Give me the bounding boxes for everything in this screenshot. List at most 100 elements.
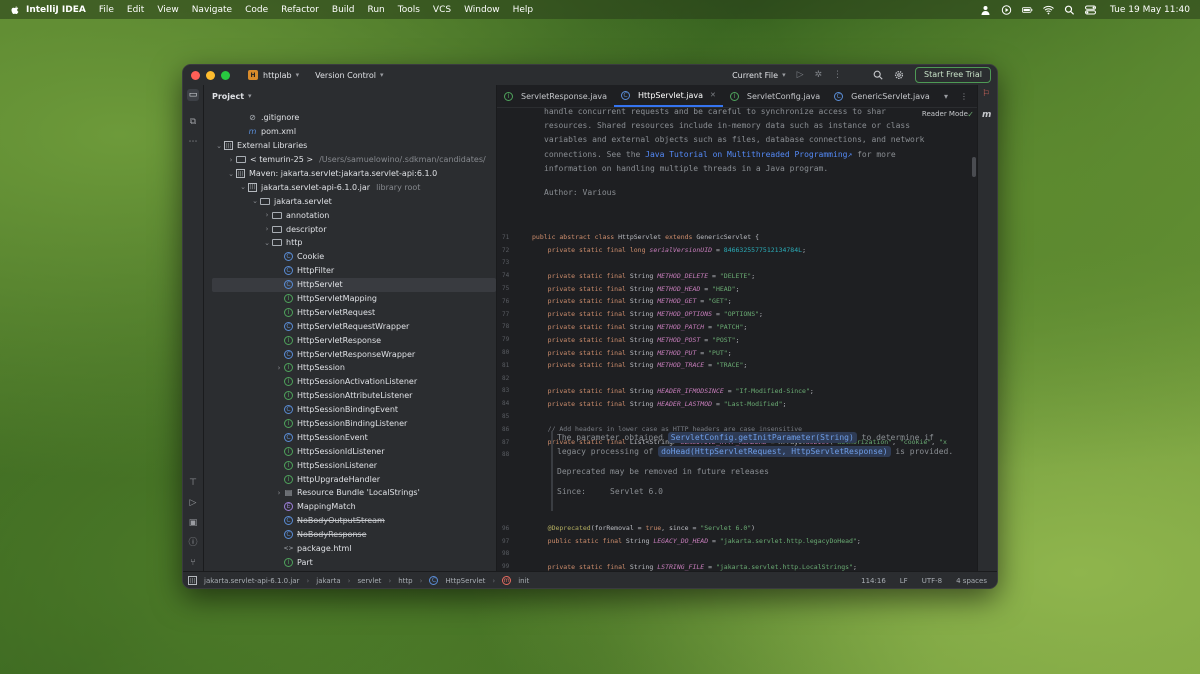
tree-row[interactable]: m pom.xml xyxy=(204,125,496,139)
play-circle-icon[interactable] xyxy=(1001,4,1012,15)
tree-row[interactable]: › annotation xyxy=(204,208,496,222)
tree-row[interactable]: ⌄ ||| jakarta.servlet-api-6.1.0.jar library… xyxy=(204,180,496,194)
minimize-window-button[interactable] xyxy=(206,70,215,80)
breadcrumb-item[interactable]: HttpServlet xyxy=(445,577,485,585)
tree-row[interactable]: C HttpSessionEvent xyxy=(204,430,496,444)
tree-row[interactable]: I HttpUpgradeHandler xyxy=(204,472,496,486)
code-line[interactable]: 75 private static final String METHOD_HE… xyxy=(497,282,975,295)
chevron-down-icon[interactable]: ⌄ xyxy=(226,170,236,178)
more-vertical-icon[interactable]: ⋮ xyxy=(833,70,842,80)
notifications-icon[interactable]: ⚐ xyxy=(982,89,990,99)
chevron-down-icon[interactable]: ⌄ xyxy=(262,239,272,247)
chevron-right-icon[interactable]: › xyxy=(262,211,272,219)
start-free-trial-button[interactable]: Start Free Trial xyxy=(915,67,991,83)
tree-row[interactable]: ⌄ jakarta.servlet xyxy=(204,194,496,208)
run-icon[interactable]: ▷ xyxy=(797,70,804,80)
menu-vcs[interactable]: VCS xyxy=(433,5,451,15)
tree-row[interactable]: I HttpSessionBindingListener xyxy=(204,417,496,431)
tree-row[interactable]: ⌄ http xyxy=(204,236,496,250)
menu-file[interactable]: File xyxy=(99,5,114,15)
tree-row[interactable]: I HttpSessionActivationListener xyxy=(204,375,496,389)
tree-row[interactable]: I HttpServletMapping xyxy=(204,292,496,306)
menu-code[interactable]: Code xyxy=(245,5,268,15)
breadcrumb-item[interactable]: servlet xyxy=(357,577,381,585)
code-line[interactable]: 84 private static final String HEADER_LA… xyxy=(497,397,975,410)
vcs-selector[interactable]: Version Control ▾ xyxy=(315,71,383,80)
tree-row[interactable]: ⊘ .gitignore xyxy=(204,111,496,125)
tree-row[interactable]: C NoBodyOutputStream xyxy=(204,514,496,528)
project-panel-header[interactable]: Project ▾ xyxy=(204,85,496,107)
editor-tab[interactable]: I ServletConfig.java xyxy=(723,85,827,107)
menu-tools[interactable]: Tools xyxy=(398,5,420,15)
breadcrumb-item[interactable]: jakarta.servlet-api-6.1.0.jar xyxy=(204,577,299,585)
code-line[interactable]: 81 private static final String METHOD_TR… xyxy=(497,359,975,372)
chevron-right-icon[interactable]: › xyxy=(226,156,236,164)
code-line[interactable]: 77 private static final String METHOD_OP… xyxy=(497,308,975,321)
menu-run[interactable]: Run xyxy=(367,5,384,15)
tree-row[interactable]: C HttpServletResponseWrapper xyxy=(204,347,496,361)
battery-icon[interactable] xyxy=(1022,5,1033,15)
tree-row[interactable]: C NoBodyResponse xyxy=(204,528,496,542)
doc-link[interactable]: Java Tutorial on Multithreaded Programmi… xyxy=(645,150,847,159)
code-line[interactable]: 73 xyxy=(497,257,975,270)
editor-tab[interactable]: C GenericServlet.java xyxy=(827,85,937,107)
ai-assistant-icon[interactable]: m xyxy=(982,110,991,120)
menu-navigate[interactable]: Navigate xyxy=(192,5,232,15)
services-icon[interactable]: ⊤ xyxy=(187,477,199,489)
breadcrumb-item[interactable]: http xyxy=(398,577,412,585)
code-line[interactable]: 71 public abstract class HttpServlet exte… xyxy=(497,231,975,244)
problems-icon[interactable]: ⓘ xyxy=(187,537,199,549)
chevron-right-icon[interactable]: › xyxy=(274,489,284,497)
spotlight-search-icon[interactable] xyxy=(1064,5,1075,15)
tree-row[interactable]: I HttpSessionIdListener xyxy=(204,444,496,458)
editor-scrollbar[interactable] xyxy=(972,157,976,177)
menu-app-name[interactable]: IntelliJ IDEA xyxy=(26,5,86,15)
tree-row[interactable]: › < temurin-25 > /Users/samuelowino/.sdkma… xyxy=(204,153,496,167)
more-vertical-icon[interactable]: ⋮ xyxy=(960,92,968,101)
code-line[interactable]: 85 xyxy=(497,410,975,423)
tree-row[interactable]: I Part xyxy=(204,556,496,570)
search-icon[interactable] xyxy=(873,70,883,80)
tree-row[interactable]: <> package.html xyxy=(204,542,496,556)
tree-row[interactable]: C HttpFilter xyxy=(204,264,496,278)
tree-row[interactable]: C HttpSessionBindingEvent xyxy=(204,403,496,417)
code-line[interactable]: 76 private static final String METHOD_GE… xyxy=(497,295,975,308)
menubar-clock[interactable]: Tue 19 May 11:40 xyxy=(1110,5,1190,15)
tree-row[interactable]: ⌄ ||| External Libraries xyxy=(204,139,496,153)
chevron-right-icon[interactable]: › xyxy=(274,364,284,372)
menu-build[interactable]: Build xyxy=(332,5,355,15)
code-line[interactable]: 96 @Deprecated (forRemoval = true, since … xyxy=(497,522,975,535)
code-line[interactable]: 79 private static final String METHOD_PO… xyxy=(497,333,975,346)
tree-row[interactable]: I HttpSessionListener xyxy=(204,458,496,472)
code-block[interactable]: 96 @Deprecated (forRemoval = true, since … xyxy=(497,522,975,573)
caret-position[interactable]: 114:16 xyxy=(861,577,886,585)
project-selector[interactable]: httplab ▾ xyxy=(263,71,299,80)
terminal-icon[interactable]: ▣ xyxy=(187,517,199,529)
file-encoding[interactable]: UTF-8 xyxy=(922,577,942,585)
tree-row[interactable]: I HttpServletRequest xyxy=(204,305,496,319)
menu-window[interactable]: Window xyxy=(464,5,500,15)
tree-row[interactable]: I HttpSessionAttributeListener xyxy=(204,389,496,403)
code-line[interactable]: 72 private static final long serialVersi… xyxy=(497,244,975,257)
menu-help[interactable]: Help xyxy=(513,5,534,15)
code-line[interactable]: 83 private static final String HEADER_IF… xyxy=(497,385,975,398)
code-line[interactable]: 74 private static final String METHOD_DE… xyxy=(497,269,975,282)
code-line[interactable]: 98 xyxy=(497,548,975,561)
tree-row[interactable]: C HttpServlet xyxy=(212,277,496,292)
chevron-down-icon[interactable]: ⌄ xyxy=(250,197,260,205)
tree-row[interactable]: I HttpServletResponse xyxy=(204,333,496,347)
structure-icon[interactable]: ⧉ xyxy=(187,116,199,128)
zoom-window-button[interactable] xyxy=(221,70,230,80)
chevron-down-icon[interactable]: ⌄ xyxy=(214,142,224,150)
tree-row[interactable]: ⌄ ||| Maven: jakarta.servlet:jakarta.servl… xyxy=(204,167,496,181)
chevron-right-icon[interactable]: › xyxy=(262,225,272,233)
chevron-down-icon[interactable]: ⌄ xyxy=(238,183,248,191)
control-center-icon[interactable] xyxy=(1085,5,1097,15)
git-icon[interactable]: ⑂ xyxy=(187,557,199,569)
code-block[interactable]: 71 public abstract class HttpServlet exte… xyxy=(497,231,975,461)
line-separator[interactable]: LF xyxy=(900,577,908,585)
close-window-button[interactable] xyxy=(191,70,200,80)
menu-view[interactable]: View xyxy=(157,5,178,15)
wifi-icon[interactable] xyxy=(1043,5,1054,15)
run-config-selector[interactable]: Current File ▾ xyxy=(732,71,786,80)
